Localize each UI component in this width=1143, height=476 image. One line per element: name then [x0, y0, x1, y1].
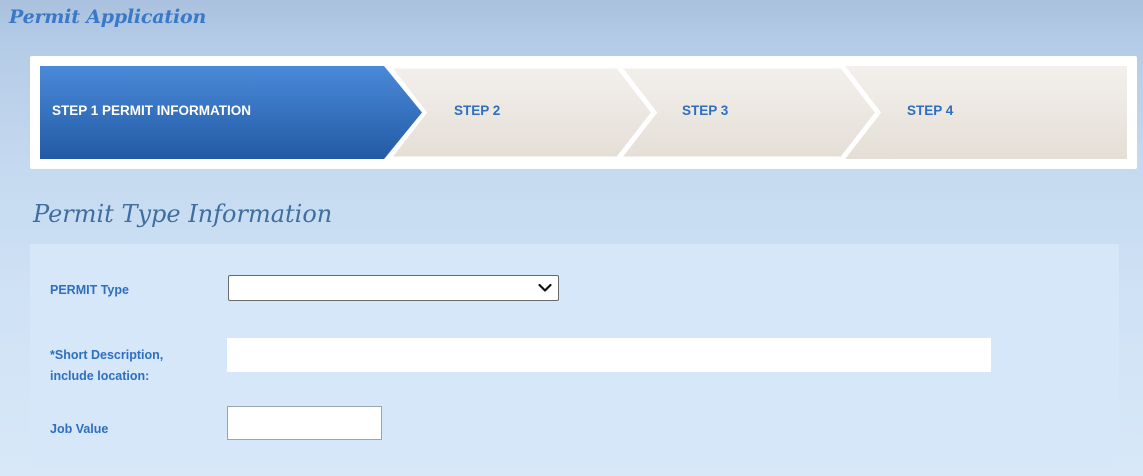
- chevron-down-icon: [538, 283, 552, 292]
- short-description-label-line1: *Short Description,: [50, 348, 164, 362]
- step-1-label[interactable]: STEP 1 PERMIT INFORMATION: [52, 103, 251, 118]
- step-4-arrow[interactable]: [842, 66, 1127, 159]
- step-2-label[interactable]: STEP 2: [454, 103, 500, 118]
- job-value-input[interactable]: [227, 406, 382, 440]
- section-title: Permit Type Information: [33, 200, 333, 228]
- step-wizard: STEP 1 PERMIT INFORMATION STEP 2 STEP 3 …: [30, 56, 1137, 169]
- permit-form: PERMIT Type *Short Description, include …: [30, 244, 1119, 466]
- step-3-label[interactable]: STEP 3: [682, 103, 728, 118]
- job-value-label: Job Value: [50, 422, 109, 436]
- permit-type-select[interactable]: [228, 275, 559, 301]
- step-4-label[interactable]: STEP 4: [907, 103, 953, 118]
- short-description-label-line2: include location:: [50, 369, 150, 383]
- page-title: Permit Application: [9, 6, 207, 28]
- short-description-input[interactable]: [227, 338, 991, 372]
- step-2-arrow[interactable]: [382, 63, 658, 162]
- permit-type-label: PERMIT Type: [50, 283, 129, 297]
